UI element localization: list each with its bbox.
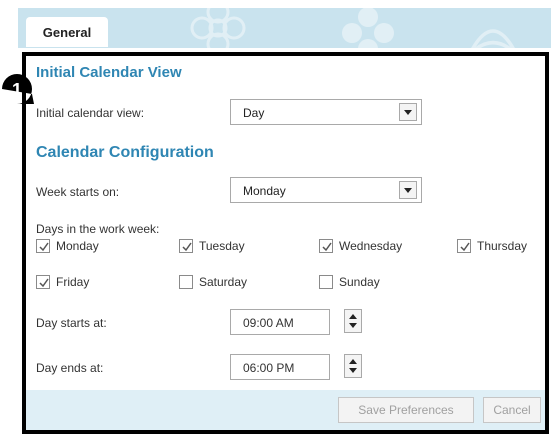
flower-decoration-icon bbox=[190, 8, 246, 48]
checkbox[interactable] bbox=[179, 239, 193, 253]
callout-marker: 1 bbox=[2, 74, 34, 104]
day-end-label: Day ends at: bbox=[36, 361, 104, 375]
day-checkbox-friday[interactable]: Friday bbox=[36, 273, 89, 291]
save-preferences-button[interactable]: Save Preferences bbox=[338, 397, 474, 423]
day-label: Tuesday bbox=[199, 239, 245, 253]
day-start-value: 09:00 AM bbox=[243, 316, 294, 330]
checkbox[interactable] bbox=[457, 239, 471, 253]
tab-general-label: General bbox=[42, 24, 92, 40]
initial-view-select[interactable]: Day bbox=[230, 99, 422, 125]
spinner-arrows-icon bbox=[349, 314, 357, 328]
cancel-button[interactable]: Cancel bbox=[483, 397, 541, 423]
checkbox[interactable] bbox=[319, 239, 333, 253]
day-checkbox-monday[interactable]: Monday bbox=[36, 237, 99, 255]
day-checkbox-wednesday[interactable]: Wednesday bbox=[319, 237, 402, 255]
checkbox[interactable] bbox=[319, 275, 333, 289]
day-label: Sunday bbox=[339, 275, 380, 289]
week-start-select[interactable]: Monday bbox=[230, 177, 422, 203]
initial-view-section-title: Initial Calendar View bbox=[36, 64, 182, 81]
day-label: Wednesday bbox=[339, 239, 403, 253]
chevron-down-icon[interactable] bbox=[399, 103, 417, 121]
day-start-spinner-button[interactable] bbox=[344, 309, 362, 333]
initial-view-value: Day bbox=[243, 106, 265, 120]
flower-decoration-icon bbox=[342, 8, 394, 48]
chevron-down-icon[interactable] bbox=[399, 181, 417, 199]
day-end-time-input[interactable]: 06:00 PM bbox=[230, 354, 330, 380]
day-label: Thursday bbox=[477, 239, 528, 253]
day-checkbox-tuesday[interactable]: Tuesday bbox=[179, 237, 245, 255]
day-checkbox-saturday[interactable]: Saturday bbox=[179, 273, 247, 291]
day-label: Monday bbox=[56, 239, 99, 253]
checkbox[interactable] bbox=[36, 239, 50, 253]
day-start-time-input[interactable]: 09:00 AM bbox=[230, 309, 330, 335]
week-start-value: Monday bbox=[243, 184, 286, 198]
day-start-label: Day starts at: bbox=[36, 316, 107, 330]
calendar-config-section-title: Calendar Configuration bbox=[36, 144, 214, 161]
day-label: Friday bbox=[56, 275, 90, 289]
spinner-arrows-icon bbox=[349, 359, 357, 373]
day-end-spinner-button[interactable] bbox=[344, 354, 362, 378]
callout-number: 1 bbox=[12, 80, 22, 100]
checkbox[interactable] bbox=[179, 275, 193, 289]
week-start-label: Week starts on: bbox=[36, 185, 120, 199]
initial-view-label: Initial calendar view: bbox=[36, 106, 145, 120]
day-label: Saturday bbox=[199, 275, 248, 289]
tab-general[interactable]: General bbox=[26, 17, 108, 47]
work-week-label: Days in the work week: bbox=[36, 222, 160, 236]
settings-panel: Initial Calendar View Initial calendar v… bbox=[22, 52, 549, 434]
checkbox[interactable] bbox=[36, 275, 50, 289]
day-checkbox-thursday[interactable]: Thursday bbox=[457, 237, 527, 255]
day-checkbox-sunday[interactable]: Sunday bbox=[319, 273, 380, 291]
flower-decoration-icon bbox=[471, 29, 515, 48]
panel-footer: Save Preferences Cancel bbox=[26, 390, 545, 430]
day-end-value: 06:00 PM bbox=[243, 361, 295, 375]
